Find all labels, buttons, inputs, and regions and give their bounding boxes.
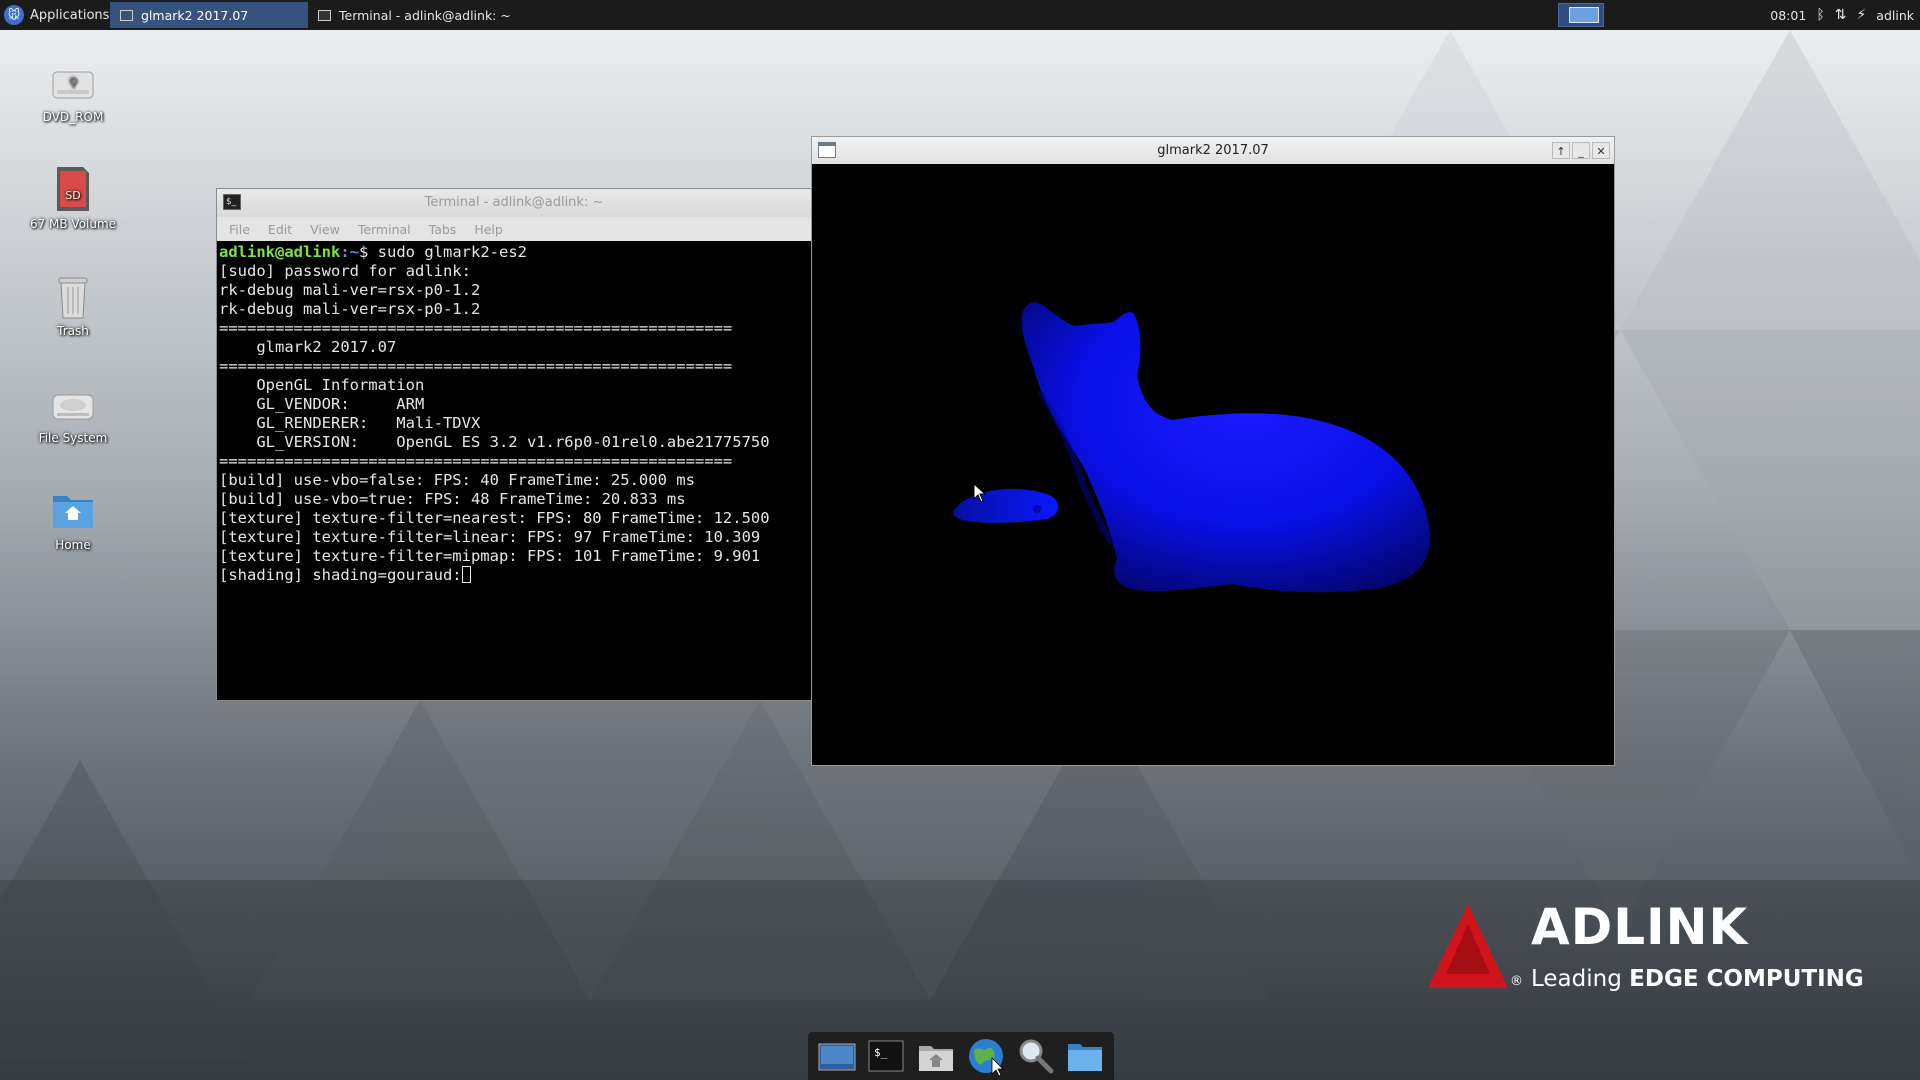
terminal-icon xyxy=(318,9,331,21)
user-menu[interactable]: adlink xyxy=(1876,8,1914,23)
window-title: glmark2 2017.07 xyxy=(1157,143,1269,158)
terminal-line: rk-debug mali-ver=rsx-p0-1.2 xyxy=(219,281,481,299)
menu-edit[interactable]: Edit xyxy=(268,222,292,237)
registered-mark: ® xyxy=(1510,974,1523,989)
hard-drive-icon xyxy=(49,379,97,427)
menu-terminal[interactable]: Terminal xyxy=(358,222,411,237)
terminal-line: ========================================… xyxy=(219,452,733,470)
svg-text:$_: $_ xyxy=(874,1046,888,1059)
glmark2-window[interactable]: glmark2 2017.07 ↑ _ ✕ xyxy=(811,136,1615,766)
terminal-window[interactable]: $_ Terminal - adlink@adlink: ~ File Edit… xyxy=(216,188,812,701)
workspace-switcher[interactable] xyxy=(1558,3,1604,27)
taskbar-item-terminal[interactable]: Terminal - adlink@adlink: ~ xyxy=(308,2,558,28)
sd-card-icon: SD xyxy=(49,165,97,213)
glmark2-render-canvas[interactable] xyxy=(812,164,1614,765)
taskbar-item-glmark2[interactable]: glmark2 2017.07 xyxy=(110,2,308,28)
minimize-button[interactable]: _ xyxy=(1572,142,1590,159)
file-manager-icon[interactable] xyxy=(916,1036,956,1076)
terminal-icon[interactable]: $_ xyxy=(866,1036,906,1076)
current-output: [shading] shading=gouraud: xyxy=(219,566,462,584)
window-controls: ↑ _ ✕ xyxy=(1552,142,1610,159)
menu-file[interactable]: File xyxy=(229,222,250,237)
terminal-line: GL_RENDERER: Mali-TDVX xyxy=(219,414,481,432)
menu-tabs[interactable]: Tabs xyxy=(429,222,457,237)
prompt-line: adlink@adlink:~$ sudo glmark2-es2 xyxy=(219,243,809,262)
desktop-icon-dvd-rom[interactable]: ⚲ DVD_ROM xyxy=(18,58,128,124)
taskbar-item-label: glmark2 2017.07 xyxy=(141,7,249,23)
terminal-line: GL_VENDOR: ARM xyxy=(219,395,425,413)
terminal-current-line: [shading] shading=gouraud: xyxy=(219,566,809,585)
terminal-output[interactable]: adlink@adlink:~$ sudo glmark2-es2 [sudo] … xyxy=(217,241,811,695)
terminal-line: [texture] texture-filter=mipmap: FPS: 10… xyxy=(219,547,761,565)
app-finder-icon[interactable] xyxy=(1015,1036,1055,1076)
power-icon[interactable]: ⚡ xyxy=(1856,7,1866,23)
close-button[interactable]: ✕ xyxy=(1592,142,1610,159)
terminal-line: GL_VERSION: OpenGL ES 3.2 v1.r6p0-01rel0… xyxy=(219,433,770,451)
menu-help[interactable]: Help xyxy=(474,222,503,237)
tagline-prefix: Leading xyxy=(1531,966,1630,992)
desktop-icon-file-system[interactable]: File System xyxy=(18,379,128,445)
workspace-1[interactable] xyxy=(1569,7,1599,23)
desktop-icon-sd-volume[interactable]: SD 67 MB Volume xyxy=(18,165,128,231)
prompt-path: :~ xyxy=(340,243,359,261)
taskbar-item-label: Terminal - adlink@adlink: ~ xyxy=(339,7,511,23)
clock[interactable]: 08:01 xyxy=(1770,8,1806,23)
terminal-menubar: File Edit View Terminal Tabs Help xyxy=(217,217,811,241)
desktop-icon-label: 67 MB Volume xyxy=(29,217,117,231)
desktop-icon-label: Trash xyxy=(57,324,89,338)
window-title: Terminal - adlink@adlink: ~ xyxy=(424,195,604,210)
terminal-line: ========================================… xyxy=(219,357,733,375)
terminal-line: [sudo] password for adlink: xyxy=(219,262,471,280)
desktop-icon-label: DVD_ROM xyxy=(42,110,104,124)
mouse-pointer-icon xyxy=(973,483,987,503)
web-browser-icon[interactable] xyxy=(966,1036,1006,1077)
bottom-dock: $_ xyxy=(808,1032,1114,1080)
applications-label: Applications xyxy=(30,7,110,23)
adlink-logo: ® ADLINK Leading EDGE COMPUTING xyxy=(1428,898,1864,1008)
logo-tagline: Leading EDGE COMPUTING xyxy=(1531,966,1864,992)
terminal-line: glmark2 2017.07 xyxy=(219,338,397,356)
terminal-line: [texture] texture-filter=linear: FPS: 97… xyxy=(219,528,761,546)
roll-up-button[interactable]: ↑ xyxy=(1552,142,1570,159)
xfce-logo-icon: 🐭 xyxy=(4,5,24,25)
adlink-triangle-logo-icon xyxy=(1428,904,1508,988)
desktop-icon-label: Home xyxy=(55,538,91,552)
menu-view[interactable]: View xyxy=(310,222,340,237)
terminal-line: ========================================… xyxy=(219,319,733,337)
terminal-line: [texture] texture-filter=nearest: FPS: 8… xyxy=(219,509,770,527)
svg-text:⚲: ⚲ xyxy=(69,75,78,89)
terminal-line: [build] use-vbo=true: FPS: 48 FrameTime:… xyxy=(219,490,686,508)
applications-menu-button[interactable]: 🐭 Applications xyxy=(4,0,109,30)
home-folder-icon xyxy=(49,486,97,534)
glmark2-titlebar[interactable]: glmark2 2017.07 ↑ _ ✕ xyxy=(812,137,1614,164)
network-icon[interactable]: ⇅ xyxy=(1835,7,1847,23)
prompt-symbol: $ xyxy=(359,243,378,261)
window-icon xyxy=(120,9,133,21)
top-panel: 🐭 Applications glmark2 2017.07 Terminal … xyxy=(0,0,1920,30)
dvd-rom-icon: ⚲ xyxy=(49,58,97,106)
desktop-icon-home[interactable]: Home xyxy=(18,486,128,552)
terminal-line: [build] use-vbo=false: FPS: 40 FrameTime… xyxy=(219,471,695,489)
folder-icon[interactable] xyxy=(1065,1036,1105,1076)
prompt-user: adlink@adlink xyxy=(219,243,341,261)
terminal-titlebar[interactable]: $_ Terminal - adlink@adlink: ~ xyxy=(217,189,811,217)
terminal-line: rk-debug mali-ver=rsx-p0-1.2 xyxy=(219,300,481,318)
command-text: sudo glmark2-es2 xyxy=(377,243,527,261)
show-desktop-icon[interactable] xyxy=(817,1036,857,1076)
bluetooth-icon[interactable]: ᛒ xyxy=(1816,7,1824,23)
logo-name: ADLINK xyxy=(1531,898,1749,956)
tagline-bold: EDGE COMPUTING xyxy=(1629,966,1864,992)
svg-text:SD: SD xyxy=(65,189,80,202)
desktop-icon-label: File System xyxy=(38,431,108,445)
desktop-icon-trash[interactable]: Trash xyxy=(18,272,128,338)
text-cursor xyxy=(461,566,471,583)
trash-icon xyxy=(49,272,97,320)
system-tray: 08:01 ᛒ ⇅ ⚡ adlink xyxy=(1770,0,1920,30)
terminal-line: OpenGL Information xyxy=(219,376,425,394)
